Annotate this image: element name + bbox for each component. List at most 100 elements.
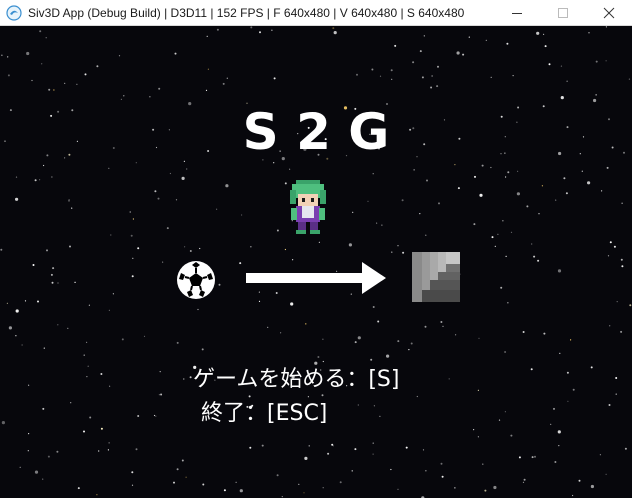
star (609, 241, 612, 244)
star (558, 445, 560, 447)
star (431, 75, 433, 77)
star (473, 223, 476, 226)
star (7, 56, 9, 58)
star (553, 407, 555, 410)
star (51, 281, 54, 284)
game-canvas[interactable]: S 2 G ゲームを始める：[S] 終了：[ESC] (0, 26, 632, 498)
star (424, 325, 427, 328)
star (290, 302, 294, 306)
star (39, 179, 41, 181)
star (218, 283, 221, 286)
star (249, 446, 252, 449)
goal-stairs-icon (412, 252, 460, 302)
window-titlebar[interactable]: Siv3D App (Debug Build) | D3D11 | 152 FP… (0, 0, 632, 26)
star (377, 320, 380, 323)
star (474, 175, 476, 178)
star (438, 202, 440, 205)
star (493, 485, 497, 490)
star (48, 88, 51, 91)
quit-option[interactable]: 終了：[ESC] (201, 399, 327, 429)
star (305, 323, 307, 325)
star (50, 273, 53, 276)
star (7, 74, 10, 77)
star (391, 78, 393, 80)
star (304, 456, 308, 460)
hero-character-sprite (290, 180, 326, 234)
minimize-button[interactable] (494, 0, 540, 26)
star (578, 479, 581, 482)
star (560, 96, 564, 100)
star (189, 376, 192, 379)
star (413, 169, 415, 171)
star (615, 377, 618, 379)
star (42, 478, 44, 480)
star (572, 494, 574, 497)
star (481, 164, 484, 167)
star (31, 79, 33, 82)
star (372, 173, 374, 175)
star (416, 395, 418, 398)
star (440, 321, 443, 323)
star (397, 245, 399, 247)
star (507, 171, 510, 174)
star (402, 251, 405, 254)
star (273, 162, 275, 164)
maximize-button[interactable] (540, 0, 586, 26)
star (536, 31, 540, 35)
star (143, 335, 146, 337)
star (53, 89, 55, 91)
star (89, 416, 92, 419)
star (19, 466, 21, 468)
star (423, 35, 425, 37)
star (605, 26, 608, 28)
star (425, 470, 427, 472)
star (620, 330, 623, 333)
star (557, 269, 562, 273)
star (131, 484, 134, 486)
close-button[interactable] (586, 0, 632, 26)
star (537, 259, 540, 262)
star (250, 246, 252, 248)
star (216, 28, 219, 31)
star (43, 347, 45, 349)
star (566, 371, 569, 374)
star (1, 54, 3, 56)
star (490, 76, 492, 78)
star (587, 181, 591, 185)
star (357, 336, 361, 340)
star (621, 265, 624, 268)
star (557, 430, 561, 434)
star (123, 95, 125, 97)
star (159, 371, 161, 373)
star (276, 474, 279, 477)
star (482, 463, 484, 465)
star (98, 450, 100, 452)
star (516, 192, 521, 196)
star (541, 185, 544, 187)
start-game-option[interactable]: ゲームを始める：[S] (193, 365, 399, 395)
star (197, 308, 199, 311)
star (84, 73, 87, 76)
star (494, 245, 496, 247)
star (442, 325, 444, 327)
star (70, 402, 72, 404)
soccer-ball-icon (177, 261, 215, 299)
star (507, 302, 509, 304)
star (131, 275, 134, 278)
star (149, 96, 151, 98)
star (390, 468, 392, 471)
star (248, 395, 251, 398)
star (590, 366, 593, 369)
star (506, 42, 509, 45)
star (595, 60, 598, 63)
star (41, 63, 43, 65)
star (298, 483, 300, 485)
star (504, 351, 507, 353)
star (560, 65, 563, 67)
star (448, 378, 450, 380)
star (155, 415, 157, 417)
star (153, 414, 156, 417)
star (563, 177, 566, 180)
star (479, 193, 483, 197)
game-title: S 2 G (242, 103, 390, 161)
